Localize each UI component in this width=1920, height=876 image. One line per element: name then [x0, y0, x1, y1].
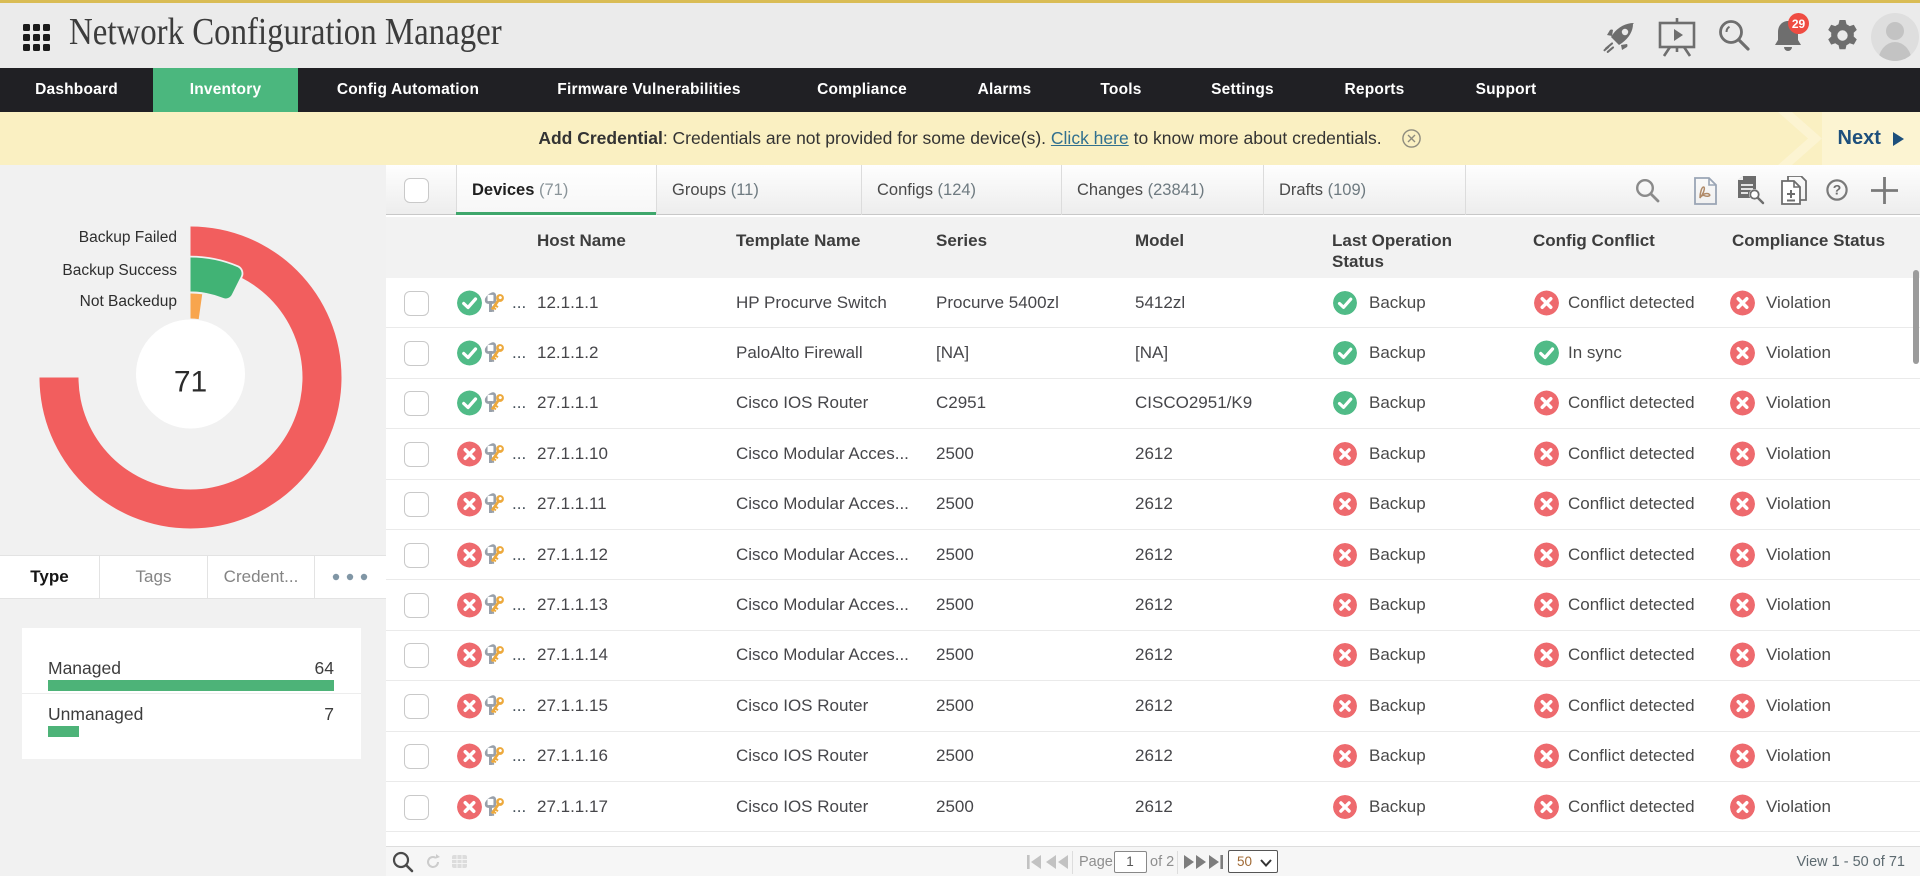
svg-text:71: 71 [174, 366, 207, 399]
svg-text:?: ? [1833, 182, 1842, 198]
